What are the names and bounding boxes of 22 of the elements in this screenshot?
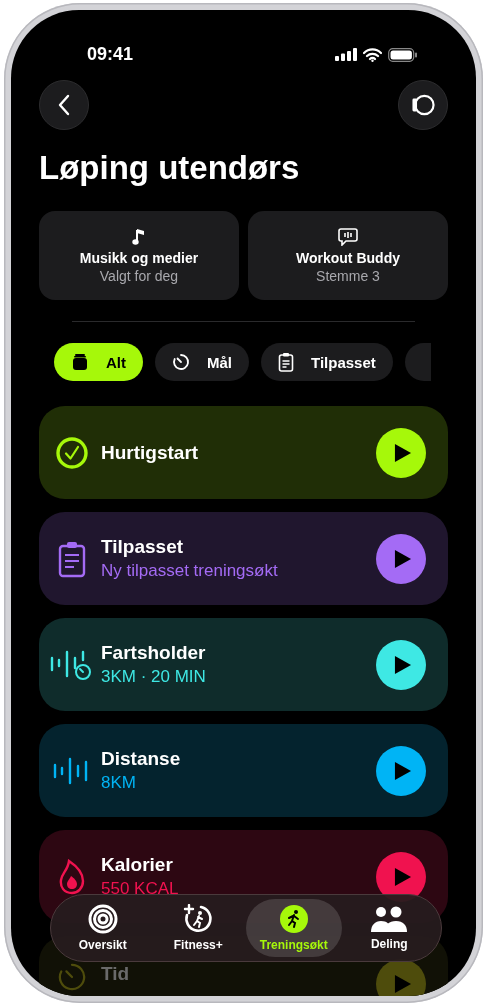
workout-subtitle: Ny tilpasset treningsøkt — [101, 561, 279, 581]
status-time: 09:41 — [87, 44, 134, 65]
page-title: Løping utendørs — [39, 148, 301, 188]
filter-chip[interactable]: Mål — [155, 343, 249, 381]
settings-card[interactable]: Musikk og medier Valgt for deg — [39, 211, 239, 300]
workout-title: Hurtigstart — [101, 441, 200, 464]
workout-subtitle: 3KM · 20 MIN — [101, 667, 207, 687]
filter-chip[interactable]: Tilpasset — [261, 343, 393, 381]
workout-title: Kalorier — [101, 854, 174, 876]
workout-subtitle: 550 KCAL — [101, 879, 180, 899]
workout-title: Fartsholder — [101, 642, 207, 664]
workout-card[interactable]: Hurtigstart — [39, 406, 448, 499]
workout-card[interactable]: Tilpasset Ny tilpasset treningsøkt — [39, 512, 448, 605]
workout-card[interactable]: Distanse 8KM — [39, 724, 448, 817]
tab-item[interactable]: Treningsøkt — [246, 899, 342, 957]
settings-card[interactable]: Workout Buddy Stemme 3 — [248, 211, 448, 300]
workout-card[interactable]: Fartsholder 3KM · 20 MIN — [39, 618, 448, 711]
workout-title: Tilpasset — [101, 536, 185, 558]
workout-title: Distanse — [101, 748, 182, 770]
workout-subtitle: 8KM — [101, 773, 137, 793]
workout-title: Tid — [101, 963, 131, 985]
filter-chip[interactable]: Alt — [54, 343, 143, 381]
